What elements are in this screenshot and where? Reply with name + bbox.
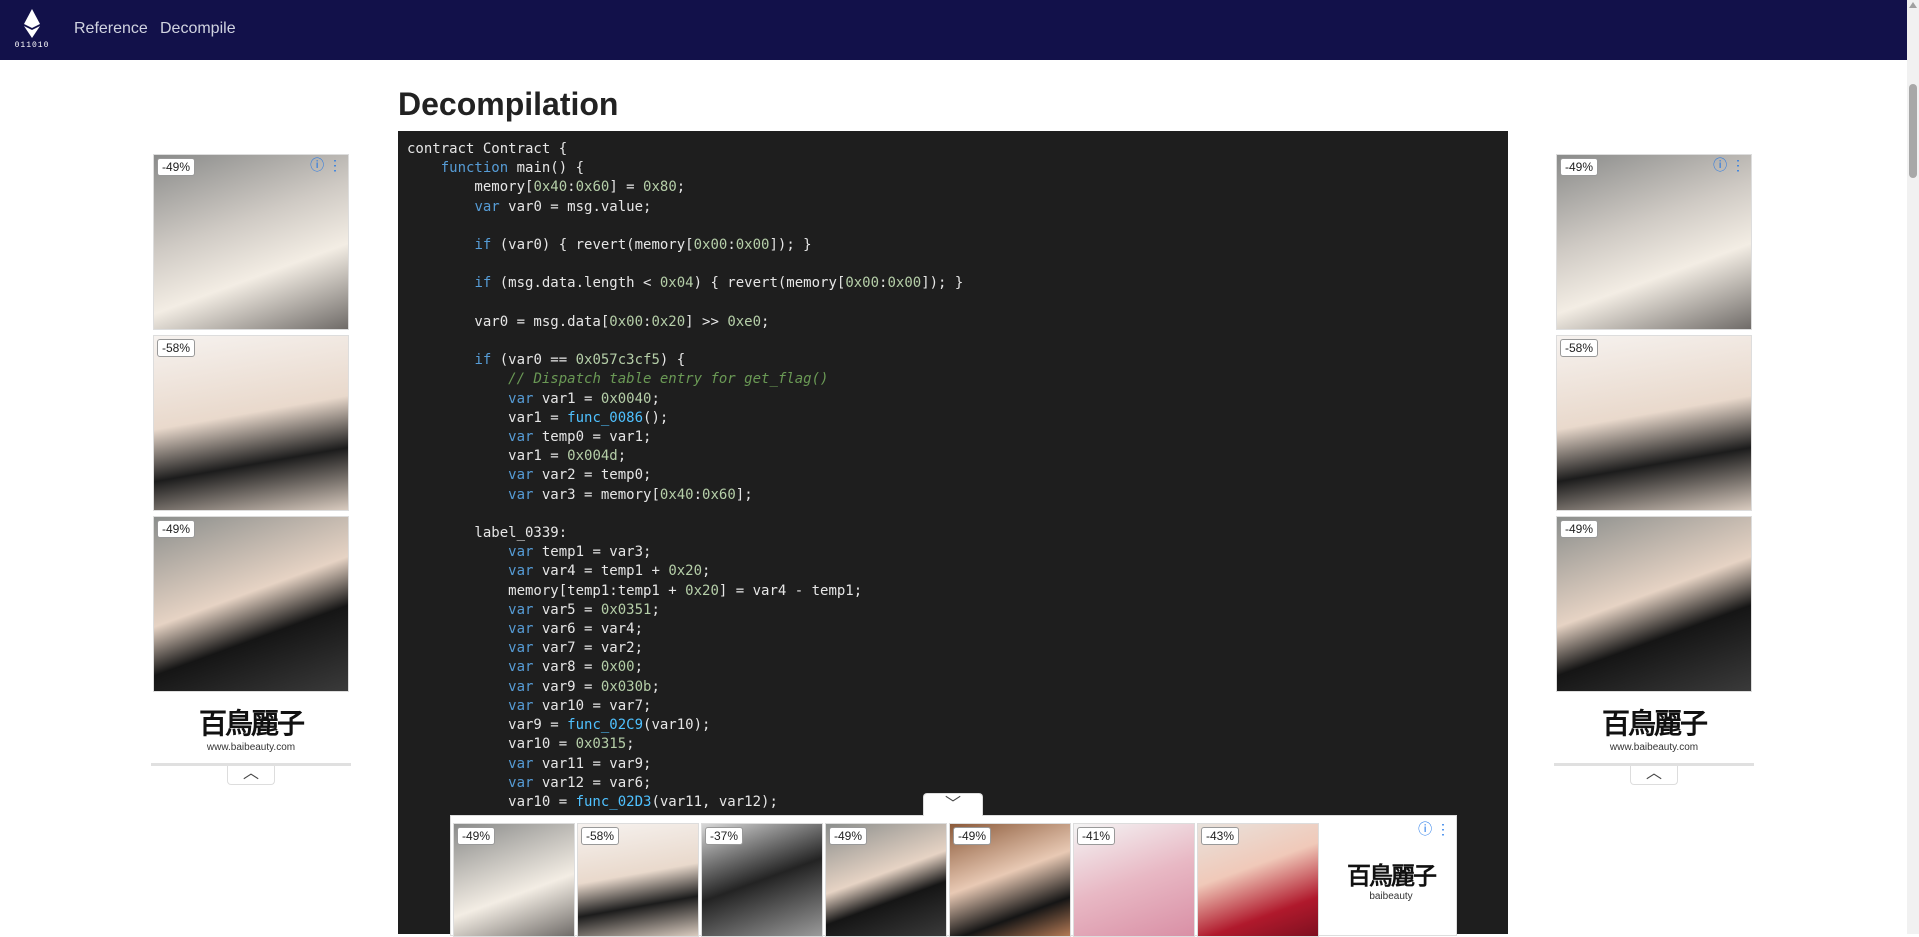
page-title: Decompilation <box>398 86 619 122</box>
ad-product-image[interactable]: -37% <box>701 823 823 937</box>
ad-collapse-bar: ︿ <box>151 763 351 788</box>
discount-badge: -49% <box>457 827 496 845</box>
ad-product-image[interactable]: -49% <box>453 823 575 937</box>
code-line: memory[temp1:temp1 + 0x20] = var4 - temp… <box>407 582 863 599</box>
brand-name: 百鳥麗子 <box>1347 863 1437 890</box>
code-line: var0 = msg.data[0x00:0x20] >> 0xe0; <box>407 313 770 330</box>
discount-badge: -37% <box>705 827 744 845</box>
code-line: memory[0x40:0x60] = 0x80; <box>407 179 686 196</box>
discount-badge: -49% <box>157 520 196 538</box>
code-line: label_0339: <box>407 525 568 542</box>
code-line: var var9 = 0x030b; <box>508 678 660 695</box>
ad-product-image[interactable]: -58% <box>1556 335 1752 511</box>
ad-product-image[interactable]: -49% ⓘ ⋮ <box>153 154 349 330</box>
code-line: var var5 = 0x0351; <box>508 601 660 618</box>
code-line: var var8 = 0x00; <box>508 659 644 676</box>
discount-badge: -58% <box>1560 339 1599 357</box>
ad-product-image[interactable]: -58% <box>577 823 699 937</box>
logo-text: 011010 <box>14 41 50 50</box>
code-line: function main() { <box>440 160 585 177</box>
bottom-ad-banner[interactable]: ﹀ -49% -58% -37% -49% -49% -41% -43% ⓘ ⋮… <box>450 793 1457 937</box>
brand-name: 百鳥麗子 <box>1601 708 1708 739</box>
brand-url: www.baibeauty.com <box>1609 742 1699 753</box>
discount-badge: -43% <box>1201 827 1240 845</box>
discount-badge: -41% <box>1077 827 1116 845</box>
left-ad-panel[interactable]: -49% ⓘ ⋮ -58% -49% 百鳥麗子 www.baibeauty.co… <box>151 154 351 788</box>
brand-url: www.baibeauty.com <box>206 742 296 753</box>
code-line: var1 = 0x004d; <box>407 448 627 465</box>
discount-badge: -49% <box>157 158 196 176</box>
code-line: var temp0 = var1; <box>508 429 652 446</box>
brand-caption: baibeauty <box>1369 891 1413 902</box>
code-line: var var11 = var9; <box>508 755 652 772</box>
code-line: var10 = 0x0315; <box>407 736 635 753</box>
code-line: if (var0) { revert(memory[0x00:0x00]); } <box>474 237 812 254</box>
ad-product-image[interactable]: -41% <box>1073 823 1195 937</box>
ad-product-image[interactable]: -49% <box>1556 516 1752 692</box>
discount-badge: -58% <box>581 827 620 845</box>
ad-info-icon[interactable]: ⓘ ⋮ <box>310 155 342 175</box>
code-line: var var4 = temp1 + 0x20; <box>508 563 711 580</box>
chevron-up-icon[interactable]: ︿ <box>227 766 275 785</box>
ad-info-icon[interactable]: ⓘ ⋮ <box>1713 155 1745 175</box>
code-line: contract Contract { <box>407 141 568 157</box>
ad-brand-logo[interactable]: 百鳥麗子 www.baibeauty.com <box>1556 702 1752 753</box>
code-line: var var6 = var4; <box>508 621 644 638</box>
page-scrollbar[interactable] <box>1907 0 1919 934</box>
ad-product-image[interactable]: -49% <box>949 823 1071 937</box>
top-navbar: 011010 Reference Decompile <box>0 0 1907 60</box>
ad-product-image[interactable]: -58% <box>153 335 349 511</box>
code-line: var var7 = var2; <box>508 640 644 657</box>
ad-product-image[interactable]: -49% ⓘ ⋮ <box>1556 154 1752 330</box>
nav-link-reference[interactable]: Reference <box>74 20 148 38</box>
ad-product-image[interactable]: -49% <box>825 823 947 937</box>
nav-link-decompile[interactable]: Decompile <box>160 20 236 38</box>
code-line: if (msg.data.length < 0x04) { revert(mem… <box>474 275 964 292</box>
code-line: var var0 = msg.value; <box>474 198 652 215</box>
code-line: var var2 = temp0; <box>508 467 652 484</box>
ethereum-diamond-icon <box>24 9 40 38</box>
discount-badge: -58% <box>157 339 196 357</box>
chevron-up-icon[interactable]: ︿ <box>1630 766 1678 785</box>
code-lines: contract Contract { function main() { me… <box>407 140 963 812</box>
scrollbar-thumb[interactable] <box>1909 84 1917 178</box>
ad-product-image[interactable]: -49% <box>153 516 349 692</box>
code-line: var temp1 = var3; <box>508 544 652 561</box>
discount-badge: -49% <box>829 827 868 845</box>
code-line: var1 = func_0086(); <box>407 409 669 426</box>
brand-name: 百鳥麗子 <box>198 708 305 739</box>
code-line: var9 = func_02C9(var10); <box>407 717 711 734</box>
right-ad-panel[interactable]: -49% ⓘ ⋮ -58% -49% 百鳥麗子 www.baibeauty.co… <box>1554 154 1754 788</box>
code-line: var var10 = var7; <box>508 697 652 714</box>
ad-brand-logo[interactable]: 百鳥麗子 www.baibeauty.com <box>153 702 349 753</box>
ad-brand-logo[interactable]: 百鳥麗子 baibeauty <box>1336 856 1446 902</box>
code-line: var10 = func_02D3(var11, var12); <box>407 793 778 810</box>
scroll-up-arrow-icon[interactable] <box>1909 2 1917 8</box>
ad-info-icon[interactable]: ⓘ ⋮ <box>1418 819 1450 839</box>
ad-collapse-bar: ︿ <box>1554 763 1754 788</box>
discount-badge: -49% <box>1560 520 1599 538</box>
code-line: var var1 = 0x0040; <box>508 390 660 407</box>
code-line: if (var0 == 0x057c3cf5) { <box>474 352 686 369</box>
discount-badge: -49% <box>1560 158 1599 176</box>
code-line: var var12 = var6; <box>508 774 652 791</box>
discount-badge: -49% <box>953 827 992 845</box>
chevron-down-icon[interactable]: ﹀ <box>923 793 983 816</box>
ethereum-logo[interactable]: 011010 <box>14 9 50 53</box>
code-line: var var3 = memory[0x40:0x60]; <box>508 486 753 503</box>
ad-product-image[interactable]: -43% <box>1197 823 1319 937</box>
code-line: // Dispatch table entry for get_flag() <box>508 371 829 388</box>
